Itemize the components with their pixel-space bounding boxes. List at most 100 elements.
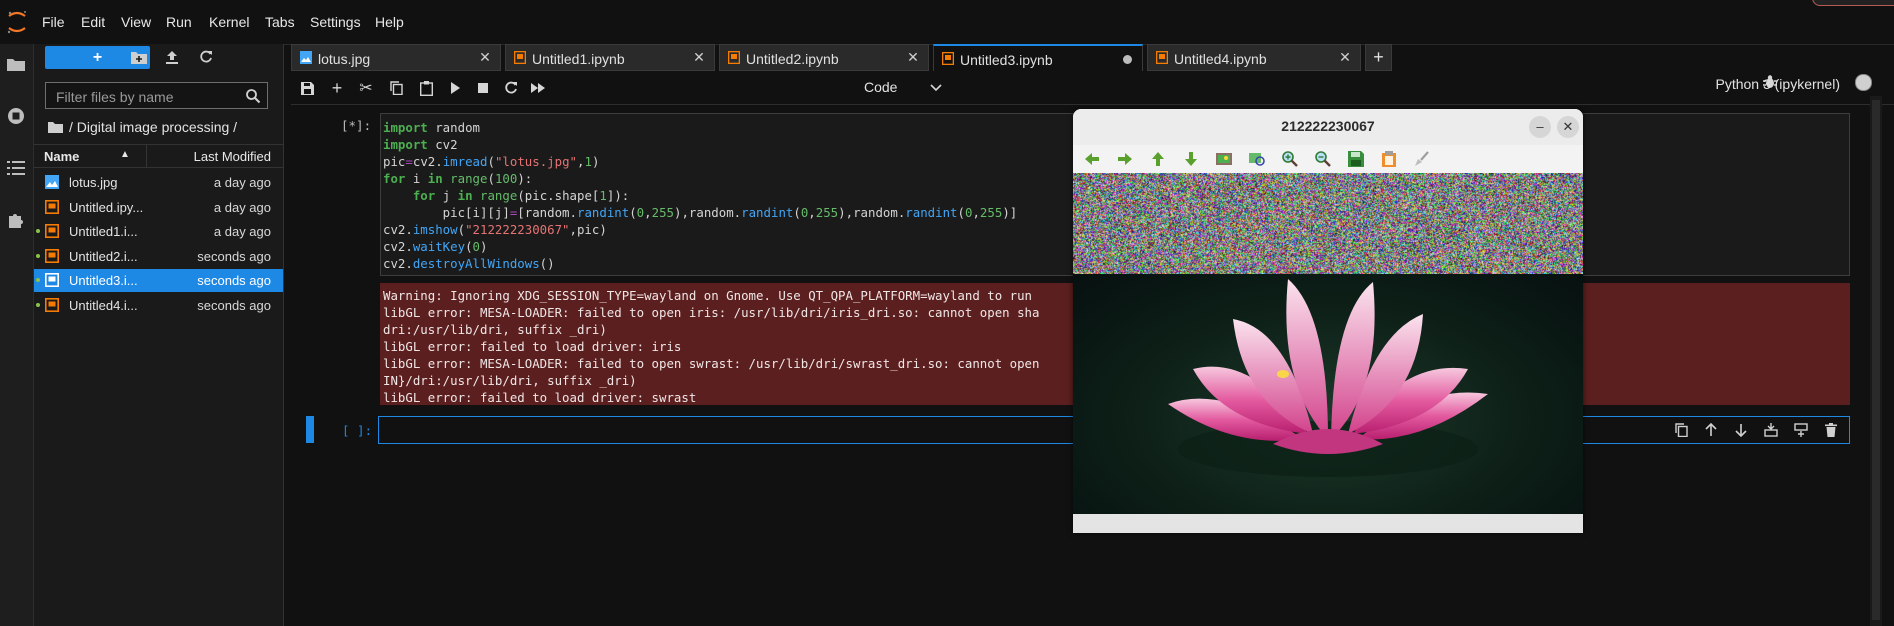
search-icon (245, 88, 261, 104)
window-titlebar[interactable]: 212222230067 – ✕ (1073, 109, 1583, 145)
breadcrumb-path[interactable]: / Digital image processing / (69, 119, 237, 135)
file-row[interactable]: Untitled4.i... seconds ago (34, 294, 283, 317)
pan-up-icon[interactable] (1149, 150, 1167, 168)
close-button[interactable]: ✕ (1557, 116, 1579, 138)
file-name: Untitled1.i... (69, 224, 155, 239)
image-viewer-window[interactable]: 212222230067 – ✕ (1073, 109, 1583, 533)
column-name-header[interactable]: Name (44, 149, 79, 164)
move-down-icon[interactable] (1733, 422, 1749, 438)
kernel-status-indicator (1855, 74, 1872, 91)
copy-icon[interactable] (387, 79, 405, 97)
move-up-icon[interactable] (1703, 422, 1719, 438)
running-indicator (36, 303, 40, 307)
file-filter-input[interactable] (54, 87, 248, 106)
tab-label: Untitled2.ipynb (746, 51, 839, 67)
file-row[interactable]: Untitled1.i... a day ago (34, 220, 283, 243)
save-icon[interactable] (298, 79, 316, 97)
notebook-icon (45, 224, 59, 238)
kernel-name[interactable]: Python 3 (ipykernel) (1715, 76, 1840, 92)
pan-left-icon[interactable] (1083, 150, 1101, 168)
close-icon[interactable]: ✕ (692, 50, 706, 64)
minimize-button[interactable]: – (1529, 116, 1551, 138)
column-modified-header[interactable]: Last Modified (194, 149, 271, 164)
file-row[interactable]: Untitled3.i... seconds ago (34, 269, 283, 292)
tab-untitled2[interactable]: Untitled2.ipynb ✕ (719, 44, 929, 71)
tab-label: lotus.jpg (318, 51, 370, 67)
tab-untitled1[interactable]: Untitled1.ipynb ✕ (505, 44, 715, 71)
file-row[interactable]: Untitled2.i... seconds ago (34, 245, 283, 268)
menu-settings[interactable]: Settings (310, 14, 361, 30)
save-image-icon[interactable] (1347, 150, 1365, 168)
delete-cell-icon[interactable] (1823, 422, 1839, 438)
menu-kernel[interactable]: Kernel (209, 14, 249, 30)
vertical-scrollbar[interactable] (1870, 96, 1882, 626)
breadcrumb[interactable]: / Digital image processing / (48, 118, 237, 136)
zoom-to-fit-icon[interactable] (1215, 150, 1233, 168)
folder-icon (48, 121, 63, 133)
file-row[interactable]: Untitled.ipy... a day ago (34, 196, 283, 219)
file-modified: a day ago (214, 175, 271, 190)
add-cell-icon[interactable]: + (328, 79, 346, 97)
tab-untitled3[interactable]: Untitled3.ipynb (933, 44, 1143, 71)
close-icon[interactable]: ✕ (1338, 50, 1352, 64)
insert-above-icon[interactable] (1763, 422, 1779, 438)
refresh-icon[interactable] (197, 48, 215, 66)
jupyter-logo[interactable] (6, 10, 28, 34)
zoom-in-icon[interactable] (1281, 150, 1299, 168)
notebook-icon (942, 52, 954, 65)
top-right-control[interactable] (1812, 0, 1894, 6)
code-content[interactable]: import random import cv2 pic=cv2.imread(… (383, 119, 1017, 272)
active-cell-indicator[interactable] (306, 416, 314, 443)
pan-right-icon[interactable] (1116, 150, 1134, 168)
scrollbar-thumb[interactable] (1872, 100, 1880, 620)
copy-to-clipboard-icon[interactable] (1380, 150, 1398, 168)
image-toolbar (1073, 145, 1583, 174)
menu-bar: File Edit View Run Kernel Tabs Settings … (0, 0, 1894, 45)
file-filter-field[interactable] (45, 82, 268, 109)
menu-edit[interactable]: Edit (81, 14, 105, 30)
file-name: Untitled4.i... (69, 298, 155, 313)
menu-view[interactable]: View (121, 14, 151, 30)
upload-icon[interactable] (163, 48, 181, 66)
running-indicator (36, 278, 40, 282)
paste-icon[interactable] (417, 79, 435, 97)
cut-icon[interactable]: ✂ (357, 79, 375, 97)
notebook-icon (514, 51, 526, 64)
close-icon[interactable]: ✕ (906, 50, 920, 64)
folder-icon[interactable] (6, 54, 26, 74)
pan-down-icon[interactable] (1182, 150, 1200, 168)
image-file-icon (45, 175, 59, 189)
cell-type-select[interactable]: Code (864, 79, 942, 97)
sort-ascending-icon: ▲ (120, 149, 130, 160)
menu-run[interactable]: Run (166, 14, 192, 30)
new-folder-icon[interactable] (130, 48, 148, 66)
file-modified: seconds ago (197, 249, 271, 264)
duplicate-cell-icon[interactable] (1673, 422, 1689, 438)
run-icon[interactable] (446, 79, 464, 97)
lotus-image (1073, 274, 1583, 514)
close-icon[interactable]: ✕ (478, 50, 492, 64)
tab-lotus-jpg[interactable]: lotus.jpg ✕ (291, 44, 501, 71)
menu-tabs[interactable]: Tabs (265, 14, 295, 30)
insert-below-icon[interactable] (1793, 422, 1809, 438)
stop-icon[interactable] (474, 79, 492, 97)
zoom-out-icon[interactable] (1314, 150, 1332, 168)
file-modified: a day ago (214, 224, 271, 239)
notebook-icon (45, 273, 59, 287)
properties-icon[interactable] (1413, 150, 1431, 168)
table-of-contents-icon[interactable] (6, 158, 26, 178)
unsaved-indicator[interactable] (1123, 55, 1132, 64)
tab-untitled4[interactable]: Untitled4.ipynb ✕ (1147, 44, 1361, 71)
zoom-original-icon[interactable] (1248, 150, 1266, 168)
file-row[interactable]: lotus.jpg a day ago (34, 171, 283, 194)
menu-file[interactable]: File (42, 14, 65, 30)
menu-help[interactable]: Help (375, 14, 404, 30)
restart-kernel-icon[interactable] (502, 79, 520, 97)
new-tab-button[interactable]: + (1365, 44, 1392, 71)
column-divider[interactable] (146, 145, 147, 167)
fast-forward-icon[interactable] (529, 79, 547, 97)
running-sessions-icon[interactable] (6, 106, 26, 126)
running-indicator (36, 254, 40, 258)
file-name: Untitled.ipy... (69, 200, 155, 215)
extensions-icon[interactable] (6, 210, 26, 230)
